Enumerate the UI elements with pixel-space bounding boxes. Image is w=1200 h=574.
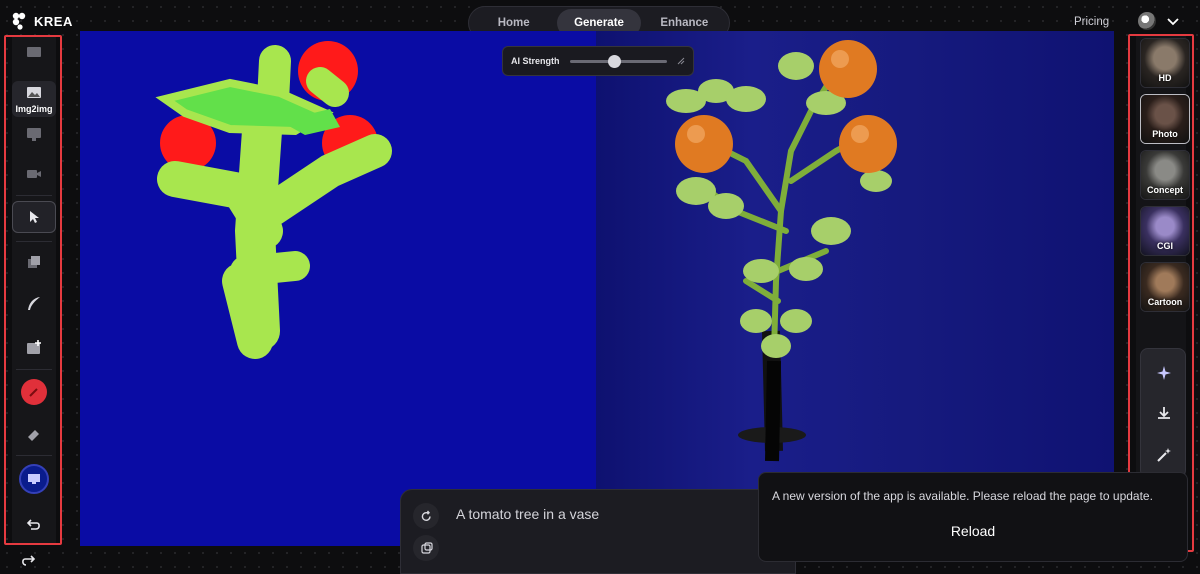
account-menu[interactable] (1138, 12, 1180, 30)
brush-color-swatch[interactable] (21, 379, 47, 405)
webcam-source-button[interactable] (19, 464, 49, 494)
ai-strength-label: AI Strength (511, 56, 560, 66)
style-label: Concept (1147, 185, 1183, 195)
magic-wand-icon (1157, 448, 1171, 462)
tool-add-image[interactable] (12, 335, 56, 361)
input-canvas[interactable] (80, 31, 596, 546)
redo-icon[interactable] (20, 553, 36, 569)
style-concept[interactable]: Concept (1140, 150, 1190, 200)
style-label: CGI (1156, 241, 1173, 251)
reload-button[interactable]: Reload (929, 519, 1017, 543)
screen-capture-icon (28, 474, 40, 484)
add-image-icon (27, 340, 41, 354)
prompt-box: A tomato tree in a vase (400, 489, 796, 574)
tool-brush[interactable] (12, 291, 56, 317)
avatar[interactable] (1138, 12, 1156, 30)
ai-strength-slider-handle[interactable] (608, 54, 622, 68)
tool-img2img-label: Img2img (15, 104, 53, 114)
pricing-link[interactable]: Pricing (1074, 16, 1109, 28)
tool-video[interactable] (12, 161, 56, 187)
tool-webcam[interactable] (12, 461, 56, 497)
app-root: KREA Home Generate Enhance Pricing AI St… (0, 0, 1200, 574)
generated-output-canvas[interactable] (596, 31, 1114, 546)
tool-select[interactable] (12, 201, 56, 233)
eraser-icon (28, 430, 39, 441)
ai-strength-control: AI Strength (502, 46, 694, 76)
tool-eraser[interactable] (12, 421, 56, 447)
tool-layers[interactable] (12, 249, 56, 275)
random-prompt-button[interactable] (413, 535, 439, 561)
left-toolbar: Img2img (4, 35, 62, 545)
refresh-icon (421, 510, 431, 521)
magic-edit-button[interactable] (1141, 435, 1187, 475)
monitor-icon (27, 128, 41, 141)
undo-button[interactable] (12, 511, 56, 537)
feather-brush-icon (28, 297, 40, 310)
tool-text2img[interactable] (12, 39, 56, 65)
krea-logo-icon (12, 12, 26, 30)
dice-icon (420, 541, 433, 554)
style-label: HD (1158, 73, 1172, 83)
layers-icon (28, 256, 40, 268)
download-icon (1158, 407, 1170, 419)
video-camera-icon (27, 170, 41, 178)
app-name: KREA (34, 13, 73, 29)
tool-img2img[interactable]: Img2img (12, 81, 56, 117)
update-message: A new version of the app is available. P… (772, 489, 1153, 503)
output-actions (1140, 348, 1186, 478)
chevron-down-icon[interactable] (1166, 14, 1180, 28)
reset-prompt-button[interactable] (413, 503, 439, 529)
tool-screen[interactable] (12, 121, 56, 147)
brand[interactable]: KREA (12, 12, 73, 30)
style-cgi[interactable]: CGI (1140, 206, 1190, 256)
sketch-drawing (155, 41, 392, 359)
style-label: Photo (1152, 129, 1178, 139)
download-button[interactable] (1141, 393, 1187, 433)
style-cartoon[interactable]: Cartoon (1140, 262, 1190, 312)
cursor-arrow-icon (30, 211, 39, 223)
image-icon (27, 47, 41, 57)
generated-image (666, 40, 897, 462)
update-notification: A new version of the app is available. P… (758, 472, 1188, 562)
resize-grip-icon[interactable] (677, 57, 685, 65)
enhance-button[interactable] (1141, 353, 1187, 393)
ai-strength-slider[interactable] (569, 54, 667, 68)
style-hd[interactable]: HD (1140, 38, 1190, 88)
pen-icon (29, 388, 38, 397)
style-photo[interactable]: Photo (1140, 94, 1190, 144)
sparkles-icon (1157, 366, 1171, 380)
image-icon (27, 87, 41, 98)
prompt-input[interactable]: A tomato tree in a vase (456, 506, 599, 522)
color-picker-red[interactable] (12, 375, 56, 409)
undo-icon (26, 519, 40, 530)
style-label: Cartoon (1147, 297, 1183, 307)
